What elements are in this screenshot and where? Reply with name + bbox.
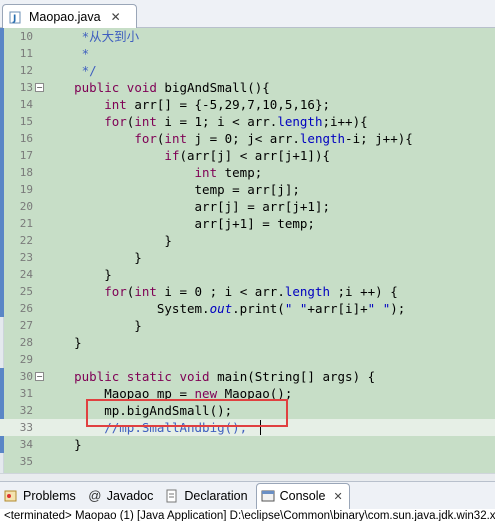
tab-label: Declaration <box>184 488 248 503</box>
editor-horizontal-scrollbar[interactable] <box>0 473 495 481</box>
code-line[interactable]: 19 temp = arr[j]; <box>0 181 495 198</box>
code-line[interactable]: 14 int arr[] = {-5,29,7,10,5,16}; <box>0 96 495 113</box>
code-text: System.out.print(" "+arr[i]+" "); <box>44 301 406 316</box>
code-line[interactable]: 10 *从大到小 <box>0 28 495 45</box>
code-line[interactable]: 17 if(arr[j] < arr[j+1]){ <box>0 147 495 164</box>
code-text: } <box>44 437 82 452</box>
code-text: } <box>44 250 142 265</box>
code-line[interactable]: 22 } <box>0 232 495 249</box>
code-line[interactable]: 35 <box>0 453 495 470</box>
line-number: 26 <box>19 302 33 315</box>
view-tab-bar: Problems @ Javadoc Declaration Console ✕ <box>0 481 495 509</box>
code-text: for(int j = 0; j< arr.length-i; j++){ <box>134 131 413 146</box>
code-line[interactable]: 11 * <box>0 45 495 62</box>
code-line[interactable]: 29 <box>0 351 495 368</box>
tab-label: Console <box>279 489 326 503</box>
tab-javadoc[interactable]: @ Javadoc <box>84 483 160 509</box>
code-text: for(int i = 0 ; i < arr.length ;i ++) { <box>104 284 398 299</box>
fold-toggle-icon[interactable]: − <box>35 83 44 92</box>
editor-tab-maopao[interactable]: J Maopao.java ✕ <box>2 4 137 28</box>
line-number: 22 <box>19 234 33 247</box>
problems-icon <box>4 489 18 503</box>
tab-label: Problems <box>23 488 76 503</box>
line-number: 27 <box>19 319 33 332</box>
line-number: 34 <box>19 438 33 451</box>
code-text: } <box>44 233 172 248</box>
code-text: int arr[] = {-5,29,7,10,5,16}; <box>104 97 330 112</box>
line-number: 32 <box>19 404 33 417</box>
tab-declaration[interactable]: Declaration <box>161 483 253 509</box>
java-file-icon: J <box>9 10 23 24</box>
tab-label: Javadoc <box>106 488 154 503</box>
line-number: 14 <box>19 98 33 111</box>
tab-problems[interactable]: Problems <box>0 483 82 509</box>
code-text: arr[j] = arr[j+1]; <box>44 199 330 214</box>
line-number: 24 <box>19 268 33 281</box>
code-line[interactable]: 21 arr[j+1] = temp; <box>0 215 495 232</box>
code-text: temp = arr[j]; <box>44 182 300 197</box>
line-number: 21 <box>19 217 33 230</box>
code-line[interactable]: 24 } <box>0 266 495 283</box>
tab-console[interactable]: Console ✕ <box>255 482 350 509</box>
code-line[interactable]: 18 int temp; <box>0 164 495 181</box>
code-text: */ <box>44 63 97 78</box>
code-text: int temp; <box>194 165 263 180</box>
code-text: arr[j+1] = temp; <box>44 216 315 231</box>
editor-tab-bar: J Maopao.java ✕ <box>0 0 495 28</box>
code-text: } <box>44 318 142 333</box>
line-number: 11 <box>19 47 33 60</box>
line-number: 16 <box>19 132 33 145</box>
code-line[interactable]: 12 */ <box>0 62 495 79</box>
line-number: 12 <box>19 64 33 77</box>
code-line[interactable]: 13− public void bigAndSmall(){ <box>0 79 495 96</box>
line-number: 15 <box>19 115 33 128</box>
code-line[interactable]: 23 } <box>0 249 495 266</box>
code-editor[interactable]: 10 *从大到小 11 * 12 */13− public void bigAndS… <box>0 28 495 473</box>
code-line[interactable]: 16 for(int j = 0; j< arr.length-i; j++){ <box>0 130 495 147</box>
code-text: * <box>44 46 90 61</box>
code-line[interactable]: 26 System.out.print(" "+arr[i]+" "); <box>0 300 495 317</box>
line-number: 33 <box>19 421 33 434</box>
line-number: 29 <box>19 353 33 366</box>
code-line[interactable]: 30− public static void main(String[] arg… <box>0 368 495 385</box>
at-sign-icon: @ <box>88 488 102 503</box>
line-number: 23 <box>19 251 33 264</box>
code-text: if(arr[j] < arr[j+1]){ <box>164 148 330 163</box>
console-status-line: <terminated> Maopao (1) [Java Applicatio… <box>0 509 495 521</box>
code-text: public void bigAndSmall(){ <box>74 80 270 95</box>
svg-text:J: J <box>12 14 16 24</box>
line-number: 13 <box>19 81 33 94</box>
fold-toggle-icon[interactable]: − <box>35 372 44 381</box>
code-text: for(int i = 1; i < arr.length;i++){ <box>104 114 368 129</box>
close-icon[interactable]: ✕ <box>333 490 342 503</box>
code-line[interactable]: 25 for(int i = 0 ; i < arr.length ;i ++)… <box>0 283 495 300</box>
line-number: 30 <box>19 370 33 383</box>
line-number: 25 <box>19 285 33 298</box>
line-number: 17 <box>19 149 33 162</box>
close-icon[interactable]: ✕ <box>111 10 121 24</box>
code-text: } <box>44 267 112 282</box>
line-number: 35 <box>19 455 33 468</box>
code-line[interactable]: 27 } <box>0 317 495 334</box>
editor-tab-title: Maopao.java <box>29 9 101 24</box>
line-number: 18 <box>19 166 33 179</box>
line-number: 28 <box>19 336 33 349</box>
declaration-icon <box>165 489 179 503</box>
code-text: *从大到小 <box>44 29 140 44</box>
code-line[interactable]: 15 for(int i = 1; i < arr.length;i++){ <box>0 113 495 130</box>
code-line[interactable]: 28 } <box>0 334 495 351</box>
console-icon <box>261 489 275 503</box>
highlight-box <box>86 399 288 427</box>
line-number: 31 <box>19 387 33 400</box>
code-line[interactable]: 20 arr[j] = arr[j+1]; <box>0 198 495 215</box>
line-number: 20 <box>19 200 33 213</box>
code-text: public static void main(String[] args) { <box>74 369 376 384</box>
code-line[interactable]: 34 } <box>0 436 495 453</box>
code-text: } <box>44 335 82 350</box>
line-number: 10 <box>19 30 33 43</box>
line-number: 19 <box>19 183 33 196</box>
